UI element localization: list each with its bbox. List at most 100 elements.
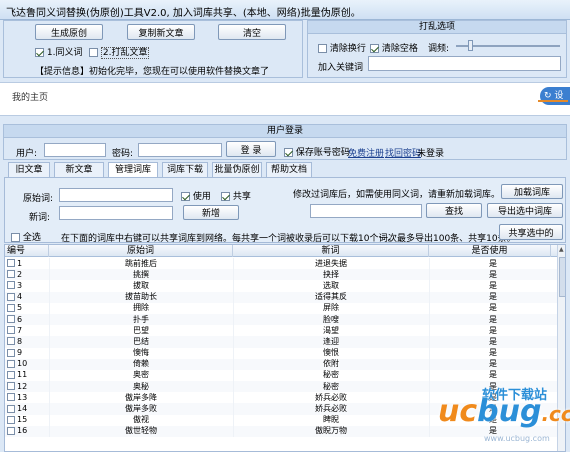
row-number-cell[interactable]: 12: [5, 381, 50, 393]
row-number-cell[interactable]: 4: [5, 291, 50, 303]
header-number[interactable]: 编号: [5, 245, 49, 257]
slider-thumb[interactable]: [468, 40, 473, 51]
table-row[interactable]: 13 傲岸多降 娇兵必败是: [5, 392, 558, 404]
keyword-input[interactable]: [368, 56, 561, 71]
clear-space-option[interactable]: 清除空格: [370, 41, 418, 54]
row-checkbox[interactable]: [7, 270, 15, 279]
table-row[interactable]: 10 倚赖 依附是: [5, 358, 558, 370]
row-checkbox[interactable]: [7, 359, 15, 368]
original-word-input[interactable]: [59, 188, 173, 202]
row-number-cell[interactable]: 14: [5, 403, 50, 415]
row-number-cell[interactable]: 9: [5, 347, 50, 359]
row-checkbox[interactable]: [7, 303, 15, 312]
row-number-cell[interactable]: 2: [5, 269, 50, 281]
use-option[interactable]: 使用: [181, 189, 211, 202]
table-row[interactable]: 1 跳前推后 进退失据是: [5, 258, 558, 270]
tab-help-docs[interactable]: 帮助文档: [266, 162, 312, 177]
tab-new-article[interactable]: 新文章: [54, 162, 104, 177]
degree-slider[interactable]: [456, 40, 560, 51]
row-checkbox[interactable]: [7, 393, 15, 402]
row-number-cell[interactable]: 7: [5, 325, 50, 337]
table-row[interactable]: 11 奥密 秘密是: [5, 369, 558, 382]
clear-newline-option[interactable]: 清除换行: [318, 41, 366, 54]
load-lexicon-button[interactable]: 加载词库: [501, 184, 563, 199]
setting-button[interactable]: ↻ 设: [540, 87, 570, 105]
share-selected-button[interactable]: 共享选中的: [499, 224, 563, 240]
clear-space-checkbox[interactable]: [370, 44, 379, 53]
tab-batch-rewrite[interactable]: 批量伪原创: [212, 162, 262, 177]
free-register-link[interactable]: 免费注册: [348, 146, 384, 159]
add-word-button[interactable]: 新增: [183, 205, 239, 220]
table-row[interactable]: 15 傲视 睥睨是: [5, 414, 558, 426]
table-row[interactable]: 12 奥秘 秘密是: [5, 381, 558, 393]
row-number-cell[interactable]: 5: [5, 302, 50, 314]
user-input[interactable]: [44, 143, 106, 157]
clear-space-label: 清除空格: [381, 44, 418, 54]
tab-manage-lexicon[interactable]: 管理词库: [108, 162, 158, 178]
row-checkbox[interactable]: [7, 326, 15, 335]
row-number: 1: [17, 258, 23, 268]
table-row[interactable]: 9 懊悔 懊恨是: [5, 347, 558, 359]
header-new[interactable]: 新词: [233, 245, 429, 257]
row-checkbox[interactable]: [7, 370, 15, 379]
table-row[interactable]: 4 拔苗助长 适得其反是: [5, 291, 558, 303]
table-row[interactable]: 5 拥除 屏除是: [5, 302, 558, 314]
row-number-cell[interactable]: 11: [5, 369, 50, 382]
share-option[interactable]: 共享: [221, 189, 251, 202]
table-row[interactable]: 3 拔取 选取是: [5, 280, 558, 292]
share-checkbox[interactable]: [221, 192, 230, 201]
select-all-checkbox[interactable]: [11, 233, 20, 242]
option-synonym[interactable]: 1.同义词: [35, 45, 82, 58]
row-number-cell[interactable]: 1: [5, 258, 50, 270]
row-checkbox[interactable]: [7, 281, 15, 290]
export-selected-button[interactable]: 导出选中词库: [487, 203, 563, 218]
homepage-bar: 我的主页 ↻ 设: [0, 82, 570, 116]
tab-old-article[interactable]: 旧文章: [8, 162, 50, 177]
row-number-cell[interactable]: 16: [5, 425, 50, 437]
tab-lexicon-download[interactable]: 词库下载: [162, 162, 208, 177]
forgot-password-link[interactable]: 找回密码: [385, 146, 421, 159]
table-row[interactable]: 14 傲岸多败 娇兵必败是: [5, 403, 558, 415]
select-all-option[interactable]: 全选: [11, 230, 41, 243]
new-word-input[interactable]: [59, 206, 173, 220]
row-number-cell[interactable]: 10: [5, 358, 50, 370]
generate-button[interactable]: 生成原创: [35, 24, 103, 40]
save-password-checkbox[interactable]: [284, 148, 293, 157]
vertical-scrollbar[interactable]: ▲: [557, 245, 565, 451]
header-original[interactable]: 原始词: [49, 245, 233, 257]
row-checkbox[interactable]: [7, 348, 15, 357]
table-row[interactable]: 2 挑撰 抉择是: [5, 269, 558, 281]
shuffle-checkbox[interactable]: [89, 48, 98, 57]
row-checkbox[interactable]: [7, 292, 15, 301]
row-checkbox[interactable]: [7, 426, 15, 435]
row-checkbox[interactable]: [7, 415, 15, 424]
synonym-checkbox[interactable]: [35, 48, 44, 57]
row-checkbox[interactable]: [7, 315, 15, 324]
save-password-option[interactable]: 保存账号密码: [284, 145, 350, 158]
row-checkbox[interactable]: [7, 382, 15, 391]
password-input[interactable]: [138, 143, 222, 157]
login-button[interactable]: 登 录: [226, 141, 276, 157]
table-row[interactable]: 8 巴结 逢迎是: [5, 336, 558, 348]
row-number-cell[interactable]: 13: [5, 392, 50, 404]
scroll-thumb[interactable]: [559, 257, 565, 297]
row-number-cell[interactable]: 8: [5, 336, 50, 348]
table-row[interactable]: 16 傲世轻物 傲睨万物是: [5, 425, 558, 437]
row-number-cell[interactable]: 3: [5, 280, 50, 292]
row-checkbox[interactable]: [7, 259, 15, 268]
clear-newline-checkbox[interactable]: [318, 44, 327, 53]
row-number-cell[interactable]: 15: [5, 414, 50, 426]
table-row[interactable]: 7 巴望 渴望是: [5, 325, 558, 337]
table-row[interactable]: 6 扑手 脸嗖是: [5, 313, 558, 326]
row-checkbox[interactable]: [7, 337, 15, 346]
search-input[interactable]: [310, 204, 422, 218]
row-number-cell[interactable]: 6: [5, 313, 50, 326]
option-shuffle[interactable]: 2.打乱文章: [89, 45, 150, 59]
clear-button[interactable]: 清空: [218, 24, 286, 40]
search-button[interactable]: 查找: [426, 203, 482, 218]
scroll-up-arrow[interactable]: ▲: [559, 246, 565, 254]
row-checkbox[interactable]: [7, 404, 15, 413]
copy-article-button[interactable]: 复制新文章: [127, 24, 195, 40]
header-used[interactable]: 是否使用: [429, 245, 551, 257]
use-checkbox[interactable]: [181, 192, 190, 201]
